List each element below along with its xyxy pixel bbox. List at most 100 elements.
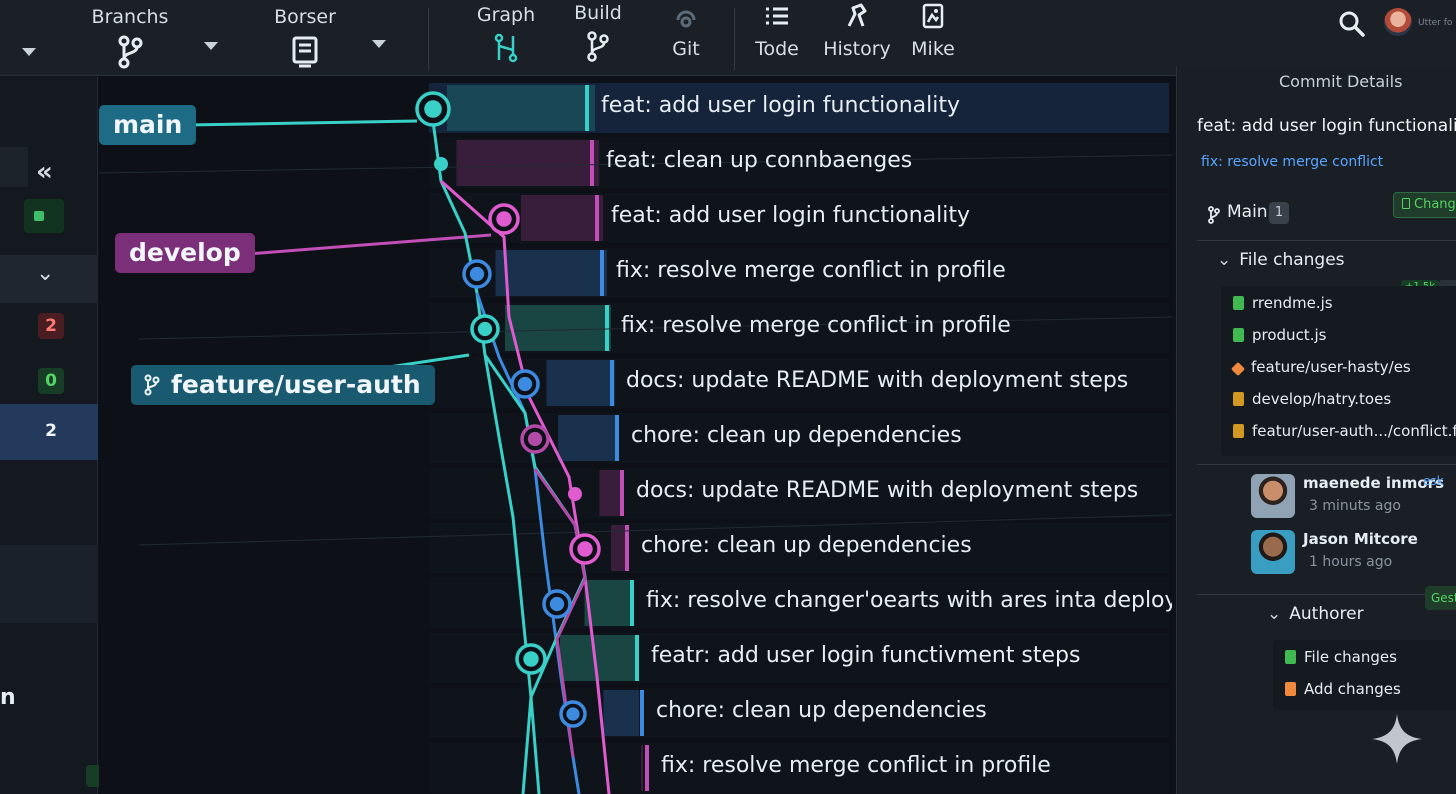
toolbar-browser-button[interactable]: Borser [262,6,348,70]
chevron-down-icon: ⌄ [1217,250,1232,270]
commit-row-accent [615,415,619,461]
count-badge-red[interactable]: 2 [38,313,64,339]
divider [1197,464,1456,465]
toolbar-label: Branchs [91,6,169,28]
toolbar-history-button[interactable]: History [822,2,892,60]
toolbar-todo-button[interactable]: Tode [748,4,806,60]
commit-message[interactable]: feat: add user login functionality [611,203,970,228]
sparkle-icon [1372,714,1422,764]
branch-label-feature-user-auth[interactable]: feature/user-auth [131,365,435,405]
toolbar-build-button[interactable]: Build [570,2,626,64]
commit-node[interactable] [510,369,540,399]
history-icon [847,3,867,27]
chevron-down-icon[interactable] [22,48,36,56]
commit-message[interactable]: fix: resolve merge conflict in profile [616,258,1006,283]
gest-button[interactable]: Gest [1425,586,1456,610]
commit-message[interactable]: feat: clean up connbaenges [606,148,912,173]
commit-row-strip [456,140,599,186]
collapse-double-chevron-icon[interactable]: « [36,157,53,187]
commit-node[interactable] [569,533,601,565]
commit-row-accent [585,85,589,131]
toolbar-label: Mike [911,38,955,60]
commit-node[interactable] [462,259,492,289]
author-action-row[interactable]: Add changes [1285,680,1401,698]
authorer-label: Authorer [1289,604,1364,624]
changes-button[interactable]: Changes [1393,192,1456,218]
commit-details-panel: Commit Details feat: add user login func… [1176,66,1456,794]
commit-row-accent [625,525,629,571]
user-avatar[interactable] [1384,8,1412,36]
commit-row-strip [546,360,615,406]
commit-row-strip [447,85,595,131]
file-row[interactable]: develop/hatry.toes [1233,390,1391,408]
list-icon [766,7,788,25]
commit-message[interactable]: featr: add user login functivment steps [651,643,1080,668]
count-badge-green[interactable]: 0 [38,368,64,394]
author-action-label: Add changes [1304,680,1401,698]
commit-node[interactable] [488,203,520,235]
toolbar-branches-button[interactable]: Branchs [84,6,176,70]
commit-node[interactable] [520,424,550,454]
commit-row-accent [635,635,639,681]
commit-message[interactable]: chore: clean up dependencies [641,533,972,558]
file-name: product.js [1252,326,1327,344]
graph-icon [494,33,518,63]
branch-name[interactable]: Main [1227,202,1268,222]
commit-message[interactable]: fix: resolve merge conflict in profile [661,753,1051,778]
commit-node[interactable] [559,700,587,728]
author-tag: esk [1423,474,1444,488]
commit-message[interactable]: fix: resolve merge conflict in profile [621,313,1011,338]
commit-node[interactable] [542,589,572,619]
commit-node[interactable] [434,157,448,171]
commit-row-accent [605,305,609,351]
search-icon[interactable] [1338,10,1366,38]
commit-node[interactable] [415,91,451,127]
branch-icon [1285,682,1296,696]
chevron-down-icon[interactable] [372,40,386,48]
commit-node[interactable] [470,314,500,344]
file-row[interactable]: rrendme.js [1233,294,1333,312]
file-name: rrendme.js [1252,294,1333,312]
branch-icon [118,35,143,69]
chevron-down-icon[interactable] [204,42,218,50]
toolbar-separator [428,8,429,70]
authorer-header[interactable]: ⌄ Authorer [1267,604,1364,624]
count-badge-blue: 2 [45,421,57,441]
file-icon [1233,424,1244,438]
commit-message[interactable]: chore: clean up dependencies [656,698,987,723]
file-row[interactable]: featur/user-auth.../conflict.fix [1233,422,1456,440]
file-changes-label: File changes [1239,250,1345,270]
commit-message[interactable]: chore: clean up dependencies [631,423,962,448]
branch-label-develop[interactable]: develop [115,233,255,273]
divider [1197,240,1456,241]
commit-subtitle-link[interactable]: fix: resolve merge conflict [1201,154,1383,170]
toolbar-git-button[interactable]: Git [658,4,714,60]
commit-row-strip [599,470,623,516]
commit-message[interactable]: docs: update README with deployment step… [636,478,1138,503]
left-rail: « ⌄ 2 0 2 n [0,77,114,794]
rail-partial-label: n [0,685,16,710]
author-time: 1 hours ago [1309,554,1393,570]
toolbar-label: Borser [274,6,336,28]
file-icon [1233,296,1244,310]
commit-message[interactable]: fix: resolve changer'oearts with ares in… [646,588,1172,613]
file-row[interactable]: product.js [1233,326,1326,344]
commit-node[interactable] [515,643,547,675]
commit-message[interactable]: feat: add user login functionality [601,93,960,118]
toolbar-mike-button[interactable]: Mike [906,2,960,60]
branch-label-main[interactable]: main [99,105,197,145]
user-name: Utter fo [1418,18,1453,28]
commit-row-accent [595,195,599,241]
toolbar-graph-button[interactable]: Graph [474,4,538,64]
file-row[interactable]: feature/user-hasty/es [1230,358,1411,377]
file-changes-header[interactable]: ⌄ File changes [1217,250,1345,270]
changes-button-label: Changes [1414,197,1456,212]
build-icon [587,31,609,62]
avatar [1251,474,1295,518]
commit-row-accent [640,690,644,736]
commit-message[interactable]: docs: update README with deployment step… [626,368,1128,393]
author-action-row[interactable]: File changes [1285,648,1397,666]
rail-section-band [0,545,98,623]
commit-node[interactable] [568,487,582,501]
chevron-down-icon[interactable]: ⌄ [36,261,54,286]
